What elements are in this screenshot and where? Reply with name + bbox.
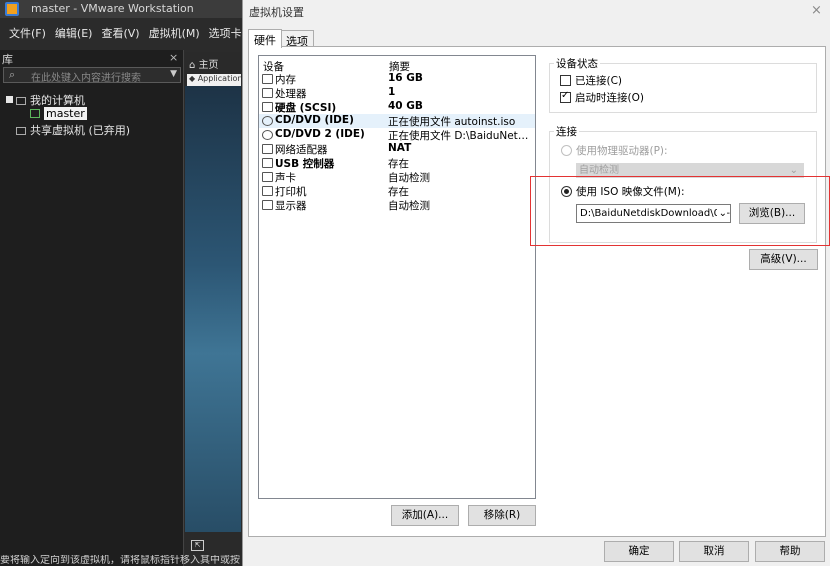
library-search-placeholder: 在此处键入内容进行搜索 — [31, 73, 141, 84]
vm-settings-dialog: 虚拟机设置 × 硬件 选项 设备 摘要 内存 16 GB 处理器 1 硬盘 (S… — [242, 0, 830, 566]
vmware-app-icon — [5, 2, 19, 16]
physical-drive-label: 使用物理驱动器(P): — [576, 145, 668, 157]
home-icon: ⌂ — [189, 60, 199, 71]
sound-icon — [262, 172, 273, 182]
device-row-network-adapter[interactable]: 网络适配器 NAT — [259, 142, 535, 156]
menu-file[interactable]: 文件(F) — [9, 25, 46, 41]
device-list-header: 设备 摘要 — [262, 59, 534, 73]
menu-view[interactable]: 查看(V) — [101, 25, 139, 41]
cd-icon — [262, 116, 273, 126]
vmware-menu-bar: 文件(F) 编辑(E) 查看(V) 虚拟机(M) 选项卡(T) — [0, 22, 242, 42]
browse-button[interactable]: 浏览(B)... — [739, 203, 805, 224]
menu-edit[interactable]: 编辑(E) — [55, 25, 93, 41]
device-row-sound-card[interactable]: 声卡 自动检测 — [259, 170, 535, 184]
connection-title: 连接 — [554, 124, 579, 139]
vmware-status-bar: 要将输入定向到该虚拟机，请将鼠标指针移入其中或按 — [0, 555, 240, 566]
device-row-display[interactable]: 显示器 自动检测 — [259, 198, 535, 212]
cpu-icon — [262, 88, 273, 98]
advanced-button[interactable]: 高级(V)... — [749, 249, 818, 270]
physical-drive-select: 自动检测 ⌄ — [576, 163, 804, 178]
memory-icon — [262, 74, 273, 84]
iso-image-radio[interactable] — [561, 186, 572, 197]
tab-home[interactable]: ⌂ 主页 — [189, 56, 219, 71]
shared-vm-icon — [16, 127, 26, 135]
collapse-icon[interactable] — [6, 96, 13, 103]
physical-drive-radio[interactable] — [561, 145, 572, 156]
device-row-processor[interactable]: 处理器 1 — [259, 86, 535, 100]
library-header: 库 — [2, 53, 13, 66]
hardware-tab-panel: 设备 摘要 内存 16 GB 处理器 1 硬盘 (SCSI) 40 GB CD/… — [248, 46, 826, 537]
device-row-usb-controller[interactable]: USB 控制器 存在 — [259, 156, 535, 170]
library-search-input[interactable]: ⌕ 在此处键入内容进行搜索 ▼ — [3, 67, 181, 84]
cd-icon — [262, 130, 273, 140]
menu-tabs[interactable]: 选项卡(T) — [209, 25, 242, 41]
printer-icon — [262, 186, 273, 196]
dialog-title: 虚拟机设置 — [249, 6, 304, 19]
device-status-group: 设备状态 已连接(C) ✓ 启动时连接(O) — [549, 56, 817, 113]
device-row-memory[interactable]: 内存 16 GB — [259, 72, 535, 86]
connect-at-power-on-checkbox[interactable]: ✓ — [560, 90, 571, 103]
disk-icon — [262, 102, 273, 112]
device-list[interactable]: 设备 摘要 内存 16 GB 处理器 1 硬盘 (SCSI) 40 GB CD/… — [258, 55, 536, 499]
device-row-hard-disk[interactable]: 硬盘 (SCSI) 40 GB — [259, 100, 535, 114]
checkmark-icon: ✓ — [561, 90, 570, 101]
tree-item-master[interactable]: master — [6, 107, 130, 122]
chevron-down-icon[interactable]: ▼ — [170, 69, 177, 79]
iso-image-label: 使用 ISO 映像文件(M): — [576, 186, 685, 198]
vm-icon — [30, 109, 40, 118]
computer-icon — [16, 97, 26, 105]
connected-label: 已连接(C) — [575, 75, 623, 87]
library-close-icon[interactable]: × — [169, 51, 178, 64]
vmware-window-title: master - VMware Workstation — [31, 2, 194, 15]
add-hardware-button[interactable]: 添加(A)... — [391, 505, 459, 526]
search-icon: ⌕ — [9, 68, 16, 81]
device-status-title: 设备状态 — [554, 56, 600, 71]
menu-vm[interactable]: 虚拟机(M) — [149, 25, 200, 41]
device-row-cd-dvd-2[interactable]: CD/DVD 2 (IDE) 正在使用文件 D:\BaiduNetdisk... — [259, 128, 535, 142]
chevron-down-icon[interactable]: ⌄ — [716, 205, 727, 222]
ok-button[interactable]: 确定 — [604, 541, 674, 562]
connection-group: 连接 使用物理驱动器(P): 自动检测 ⌄ 使用 ISO 映像文件(M): D:… — [549, 124, 817, 243]
tab-hardware[interactable]: 硬件 — [248, 29, 282, 48]
library-panel: 库 × ⌕ 在此处键入内容进行搜索 ▼ 我的计算机 master 共享虚拟机 (… — [0, 50, 184, 566]
chevron-down-icon: ⌄ — [789, 165, 798, 176]
device-row-printer[interactable]: 打印机 存在 — [259, 184, 535, 198]
close-icon[interactable]: × — [811, 3, 822, 18]
radio-dot-icon — [564, 189, 569, 194]
device-row-cd-dvd[interactable]: CD/DVD (IDE) 正在使用文件 autoinst.iso — [259, 114, 535, 128]
library-tree: 我的计算机 master 共享虚拟机 (已弃用) — [6, 92, 130, 137]
app-tab-icon: ◆ — [189, 74, 198, 83]
remove-hardware-button[interactable]: 移除(R) — [468, 505, 536, 526]
display-icon — [262, 200, 273, 210]
tab-application[interactable]: ◆ Application — [187, 74, 241, 86]
connected-checkbox[interactable] — [560, 75, 571, 86]
usb-icon — [262, 158, 273, 168]
tree-item-shared-vms[interactable]: 共享虚拟机 (已弃用) — [6, 122, 130, 137]
connect-at-power-on-label: 启动时连接(O) — [575, 92, 644, 104]
cancel-button[interactable]: 取消 — [679, 541, 749, 562]
vm-console-screen[interactable] — [185, 86, 241, 532]
help-button[interactable]: 帮助 — [755, 541, 825, 562]
network-icon — [262, 144, 273, 154]
vmware-tab-strip: ⌂ 主页 ◆ Application — [185, 52, 241, 86]
fit-guest-icon[interactable]: ⇱ — [191, 540, 204, 551]
tree-item-my-computer[interactable]: 我的计算机 — [6, 92, 130, 107]
iso-path-combobox[interactable]: D:\BaiduNetdiskDownload\01- ⌄ — [576, 204, 731, 223]
